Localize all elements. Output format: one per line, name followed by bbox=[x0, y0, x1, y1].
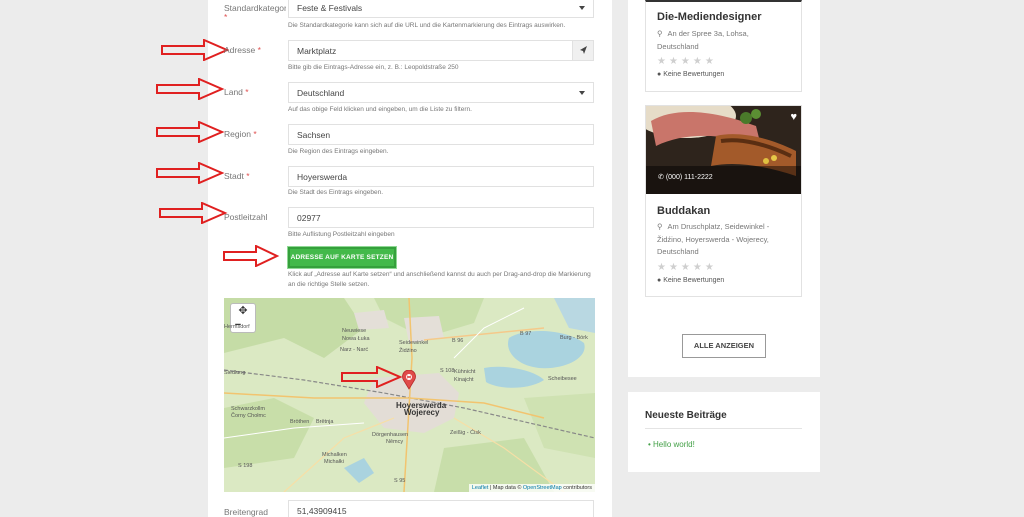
map-place-label: Kinajcht bbox=[454, 377, 474, 383]
city-label: Stadt * bbox=[224, 171, 250, 181]
reviews-count: ● Keine Bewertungen bbox=[657, 277, 725, 284]
map-tiles bbox=[224, 298, 595, 492]
annotation-arrow-button bbox=[223, 245, 280, 267]
set-address-on-map-button[interactable]: ADRESSE AUF KARTE SETZEN bbox=[288, 247, 396, 268]
reviews-count: ● Keine Bewertungen bbox=[657, 71, 725, 78]
phone-icon: ✆ bbox=[658, 174, 664, 181]
annotation-arrow-country bbox=[156, 78, 225, 100]
map-place-label: Čorny Chołmc bbox=[231, 413, 266, 419]
listing-title[interactable]: Buddakan bbox=[657, 205, 710, 217]
map-place-label: Dörgenhausen bbox=[372, 432, 409, 438]
zip-label: Postleitzahl bbox=[224, 212, 268, 222]
show-all-button[interactable]: ALLE ANZEIGEN bbox=[682, 334, 766, 358]
map-place-label: Siedlung bbox=[224, 370, 246, 376]
region-label: Region * bbox=[224, 129, 257, 139]
map-place-label: Nowa Łuka bbox=[342, 336, 370, 342]
attribution-contributors: contributors bbox=[561, 485, 592, 491]
map-place-label: S 108 bbox=[440, 368, 455, 374]
category-label: Standardkategorie bbox=[224, 3, 286, 13]
map-place-label: Židźino bbox=[399, 348, 417, 354]
map-place-label: Němcy bbox=[386, 439, 404, 445]
chevron-down-icon bbox=[579, 91, 585, 95]
category-required-mark: * bbox=[224, 12, 228, 22]
map-place-label: Seidewinkel bbox=[399, 340, 429, 346]
openstreetmap-link[interactable]: OpenStreetMap bbox=[523, 485, 562, 491]
map-place-label: Michalken bbox=[322, 452, 347, 458]
map-fullscreen-button[interactable]: ✥ bbox=[235, 304, 251, 318]
widget-divider bbox=[645, 428, 802, 429]
country-label: Land * bbox=[224, 87, 249, 97]
recent-posts-widget bbox=[628, 392, 820, 472]
map-place-label: Burg - Bórk bbox=[560, 335, 588, 341]
map-place-label: B 96 bbox=[452, 338, 464, 344]
annotation-arrow-city bbox=[156, 162, 225, 184]
expand-icon: ✥ bbox=[238, 305, 248, 317]
leaflet-link[interactable]: Leaflet bbox=[472, 485, 489, 491]
zip-input[interactable]: 02977 bbox=[288, 207, 594, 228]
map-place-label: Kühnicht bbox=[454, 369, 476, 375]
city-input[interactable]: Hoyerswerda bbox=[288, 166, 594, 187]
latitude-label: Breitengrad bbox=[224, 507, 268, 517]
map-marker-icon[interactable] bbox=[402, 370, 416, 390]
rating-stars: ★★★★★ bbox=[657, 262, 717, 273]
annotation-arrow-region bbox=[156, 121, 225, 143]
map-place-label: Narz - Narć bbox=[340, 347, 369, 353]
category-select[interactable]: Feste & Festivals bbox=[288, 0, 594, 18]
location-map[interactable]: ✥ − Hermsdorf Neuwiese Nowa Łuka Seidewinke… bbox=[224, 298, 595, 492]
comment-icon: ● bbox=[657, 277, 662, 284]
map-pin-icon: ⚲ bbox=[657, 29, 663, 38]
map-place-label: Michałki bbox=[324, 459, 344, 465]
map-place-label: Wojerecy bbox=[404, 408, 440, 417]
rating-stars: ★★★★★ bbox=[657, 56, 717, 67]
location-arrow-icon bbox=[580, 46, 587, 54]
map-place-label: S 95 bbox=[394, 478, 406, 484]
map-place-label: Bröthen bbox=[290, 419, 310, 425]
map-place-label: Hermsdorf bbox=[224, 324, 250, 330]
annotation-arrow-map bbox=[341, 366, 402, 388]
map-attribution: Leaflet | Map data © OpenStreetMap contr… bbox=[468, 484, 595, 492]
map-place-label: Zeißig - Ćisk bbox=[450, 430, 481, 436]
map-pin-icon: ⚲ bbox=[657, 222, 663, 231]
address-input[interactable]: Marktplatz bbox=[288, 40, 594, 61]
city-hint: Die Stadt des Eintrags eingeben. bbox=[288, 189, 384, 196]
listing-title[interactable]: Die-Mediendesigner bbox=[657, 11, 762, 23]
listing-phone: ✆ (000) 111-2222 bbox=[658, 174, 713, 181]
map-place-label: Brětnja bbox=[316, 419, 334, 425]
map-place-label: Scheibesee bbox=[548, 376, 577, 382]
recent-post-item[interactable]: • Hello world! bbox=[648, 440, 695, 449]
zip-hint: Bitte Auflistung Postleitzahl eingeben bbox=[288, 231, 395, 238]
locate-button[interactable] bbox=[572, 41, 593, 60]
attribution-text: | Map data © bbox=[488, 485, 523, 491]
map-place-label: Schwarzkollm bbox=[231, 406, 265, 412]
annotation-arrow-zip bbox=[159, 202, 228, 224]
category-hint: Die Standardkategorie kann sich auf die … bbox=[288, 22, 566, 29]
country-hint: Auf das obige Feld klicken und eingeben,… bbox=[288, 106, 472, 113]
listing-address: ⚲ An der Spree 3a, Lohsa, Deutschland bbox=[657, 29, 749, 51]
set-address-hint-line1: Klick auf „Adresse auf Karte setzen“ und… bbox=[288, 271, 591, 278]
address-hint: Bitte gib die Eintrags-Adresse ein, z. B… bbox=[288, 64, 459, 71]
set-address-hint-line2: an die richtige Stelle setzen. bbox=[288, 281, 370, 288]
map-place-label: Neuwiese bbox=[342, 328, 367, 334]
map-place-label: B 97 bbox=[520, 331, 532, 337]
recent-posts-title: Neueste Beiträge bbox=[645, 410, 727, 421]
listing-address: ⚲ Am Druschplatz, Seidewinkel - Židźino, H… bbox=[657, 222, 770, 256]
comment-icon: ● bbox=[657, 71, 662, 78]
annotation-arrow-address bbox=[161, 39, 230, 61]
address-label: Adresse * bbox=[224, 45, 261, 55]
region-input[interactable]: Sachsen bbox=[288, 124, 594, 145]
latitude-input[interactable]: 51,43909415 bbox=[288, 500, 594, 517]
country-select[interactable]: Deutschland bbox=[288, 82, 594, 103]
region-hint: Die Region des Eintrags eingeben. bbox=[288, 148, 389, 155]
listing-image[interactable]: ♥ ✆ (000) 111-2222 bbox=[646, 106, 801, 194]
heart-icon[interactable]: ♥ bbox=[790, 111, 797, 123]
chevron-down-icon bbox=[579, 6, 585, 10]
map-place-label: S 198 bbox=[238, 463, 253, 469]
